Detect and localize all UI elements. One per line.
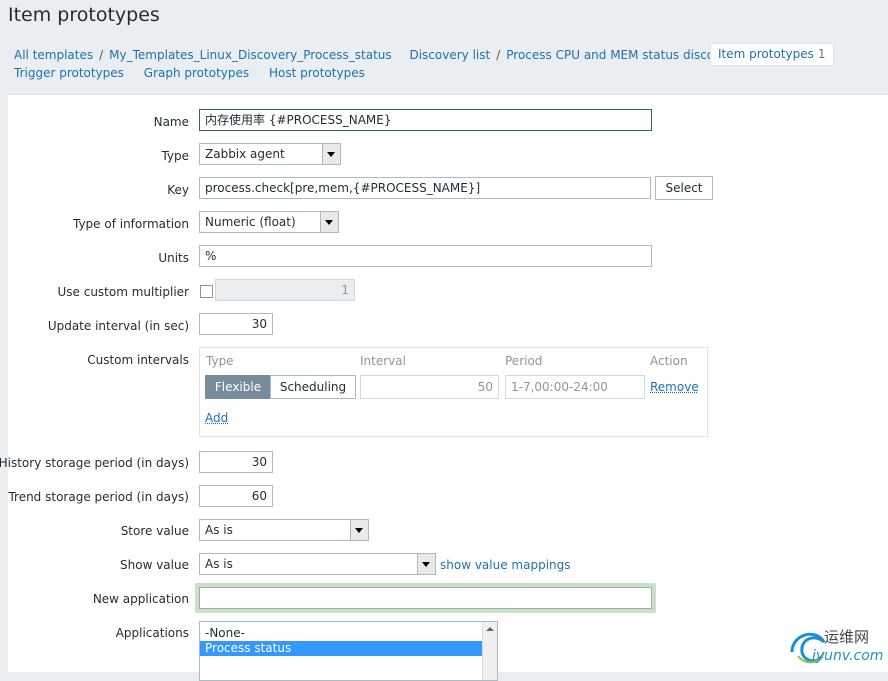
- custom-intervals-table: Type Interval Period Action Flexible Sch…: [199, 347, 708, 437]
- custom-multiplier-input[interactable]: 1: [215, 279, 355, 301]
- tab-graph-prototypes[interactable]: Graph prototypes: [144, 66, 249, 80]
- chevron-down-icon: [417, 554, 435, 574]
- application-option-selected[interactable]: Process status: [200, 641, 483, 656]
- name-label: Name: [153, 115, 189, 129]
- breadcrumb-all-templates[interactable]: All templates: [14, 48, 93, 62]
- trend-label: Trend storage period (in days): [8, 490, 189, 504]
- store-value-label: Store value: [120, 524, 189, 538]
- item-prototype-form: Name 内存使用率 {#PROCESS_NAME} Type Zabbix a…: [0, 94, 888, 681]
- col-action-header: Action: [650, 354, 688, 368]
- chevron-down-icon: [322, 144, 340, 164]
- add-interval-link[interactable]: Add: [205, 411, 228, 425]
- units-input[interactable]: %: [199, 245, 652, 267]
- store-value-select[interactable]: As is: [199, 519, 369, 541]
- type-select[interactable]: Zabbix agent: [199, 143, 341, 165]
- watermark-cn: 运维网: [824, 628, 870, 646]
- show-value-mappings-link[interactable]: show value mappings: [440, 558, 571, 572]
- scheduling-toggle[interactable]: Scheduling: [270, 375, 356, 399]
- history-input[interactable]: 30: [199, 451, 273, 473]
- watermark-en: iyunv.com: [812, 648, 884, 664]
- custom-interval-input[interactable]: 50: [360, 375, 499, 399]
- page-title: Item prototypes: [8, 4, 160, 26]
- breadcrumb-discovery-rule[interactable]: Process CPU and MEM status discovery: [506, 48, 740, 62]
- custom-intervals-label: Custom intervals: [87, 353, 189, 367]
- item-prototypes-count: 1: [817, 47, 826, 61]
- remove-interval-link[interactable]: Remove: [650, 380, 699, 394]
- type-of-information-label: Type of information: [72, 217, 189, 231]
- new-application-label: New application: [92, 592, 189, 606]
- application-option[interactable]: -None-: [200, 626, 497, 641]
- col-interval-header: Interval: [360, 354, 406, 368]
- tab-item-prototypes[interactable]: Item prototypes 1: [710, 43, 834, 66]
- col-type-header: Type: [206, 354, 234, 368]
- listbox-scrollbar[interactable]: [482, 622, 497, 680]
- trend-input[interactable]: 60: [199, 485, 273, 507]
- col-period-header: Period: [505, 354, 543, 368]
- key-select-button[interactable]: Select: [655, 176, 713, 200]
- custom-multiplier-label: Use custom multiplier: [57, 285, 189, 299]
- key-input[interactable]: process.check[pre,mem,{#PROCESS_NAME}]: [199, 177, 651, 199]
- breadcrumb-discovery-list[interactable]: Discovery list: [409, 48, 490, 62]
- show-value-select[interactable]: As is: [199, 553, 436, 575]
- chevron-down-icon: [320, 212, 338, 232]
- flexible-toggle[interactable]: Flexible: [205, 375, 271, 399]
- breadcrumb-template[interactable]: My_Templates_Linux_Discovery_Process_sta…: [109, 48, 391, 62]
- custom-multiplier-checkbox[interactable]: [200, 285, 213, 298]
- applications-label: Applications: [115, 626, 189, 640]
- tab-trigger-prototypes[interactable]: Trigger prototypes: [14, 66, 124, 80]
- type-of-information-select[interactable]: Numeric (float): [199, 211, 339, 233]
- applications-listbox[interactable]: -None- Process status: [199, 621, 498, 681]
- tab-host-prototypes[interactable]: Host prototypes: [269, 66, 365, 80]
- breadcrumb: All templates / My_Templates_Linux_Discove…: [8, 37, 880, 91]
- history-label: History storage period (in days): [0, 456, 189, 470]
- new-application-input[interactable]: [199, 587, 652, 609]
- custom-period-input[interactable]: 1-7,00:00-24:00: [505, 375, 645, 399]
- units-label: Units: [158, 251, 189, 265]
- watermark-logo: 运维网 iyunv.com: [786, 622, 884, 668]
- update-interval-input[interactable]: 30: [199, 313, 273, 335]
- show-value-label: Show value: [120, 558, 189, 572]
- name-input[interactable]: 内存使用率 {#PROCESS_NAME}: [199, 109, 652, 131]
- update-interval-label: Update interval (in sec): [47, 319, 189, 333]
- type-label: Type: [161, 149, 189, 163]
- chevron-down-icon: [350, 520, 368, 540]
- key-label: Key: [167, 183, 189, 197]
